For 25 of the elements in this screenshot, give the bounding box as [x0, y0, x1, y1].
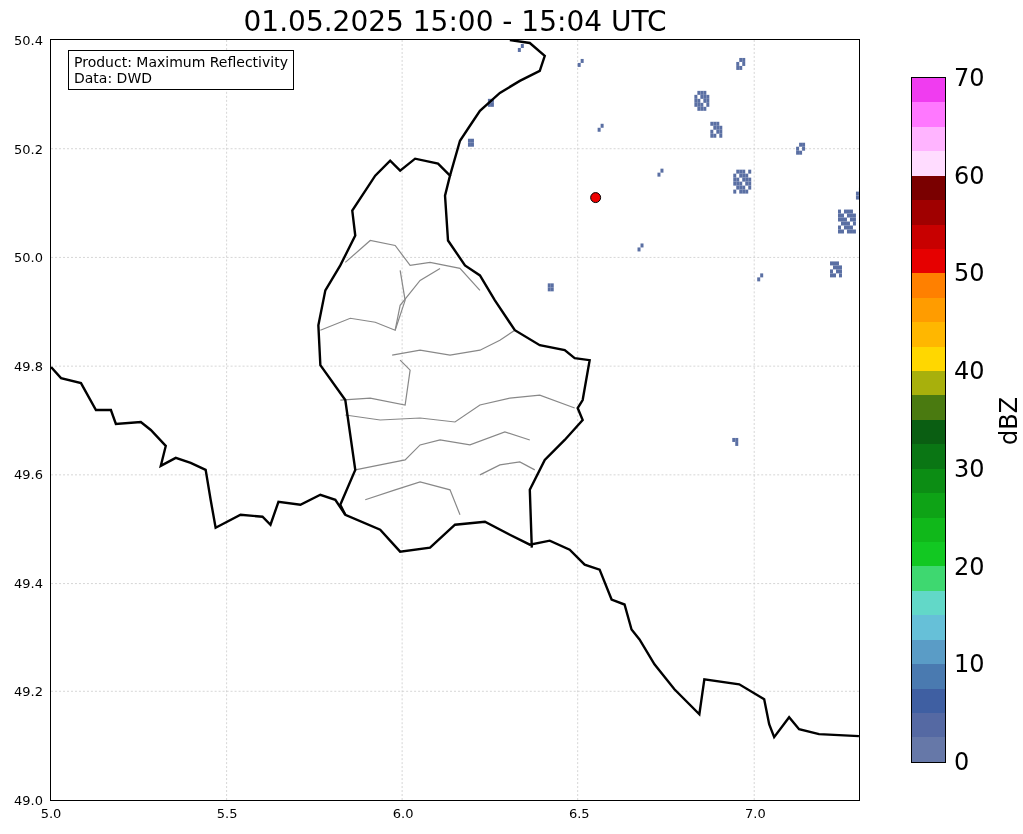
colorbar-tick-label: 60	[954, 163, 985, 188]
colorbar-label: dBZ	[995, 396, 1023, 446]
colorbar-tick-label: 0	[954, 750, 970, 774]
colorbar-tick-label: 10	[954, 652, 985, 677]
legend-text: Data: DWD	[74, 70, 153, 86]
chart-title: 01.05.2025 15:00 - 15:04 UTC	[242, 4, 668, 39]
colorbar-tick-label: 40	[954, 359, 985, 384]
colorbar-tick-label: 50	[954, 261, 985, 286]
axis-tick-label: 5.5	[216, 806, 238, 821]
axis-tick-label: 49.2	[14, 683, 43, 699]
legend-text: Product: Maximum Reflectivity	[74, 54, 288, 70]
axis-tick-label: 7.0	[745, 806, 766, 821]
axis-tick-label: 49.0	[14, 792, 43, 808]
axis-tick-label: 49.4	[14, 575, 43, 591]
axis-tick-label: 50.4	[14, 32, 43, 48]
axis-tick-label: 49.6	[14, 466, 43, 482]
colorbar-tick-label: 70	[954, 66, 985, 90]
colorbar-tick-label: 30	[954, 456, 985, 481]
axis-tick-label: 50.0	[14, 249, 43, 265]
axis-tick-label: 6.5	[568, 806, 590, 821]
axis-tick-label: 49.8	[14, 358, 43, 374]
axis-tick-label: 50.2	[14, 141, 43, 157]
axis-tick-label: 5.0	[40, 806, 62, 821]
colorbar-tick-label: 20	[954, 554, 985, 579]
axis-tick-label: 6.0	[392, 806, 414, 821]
